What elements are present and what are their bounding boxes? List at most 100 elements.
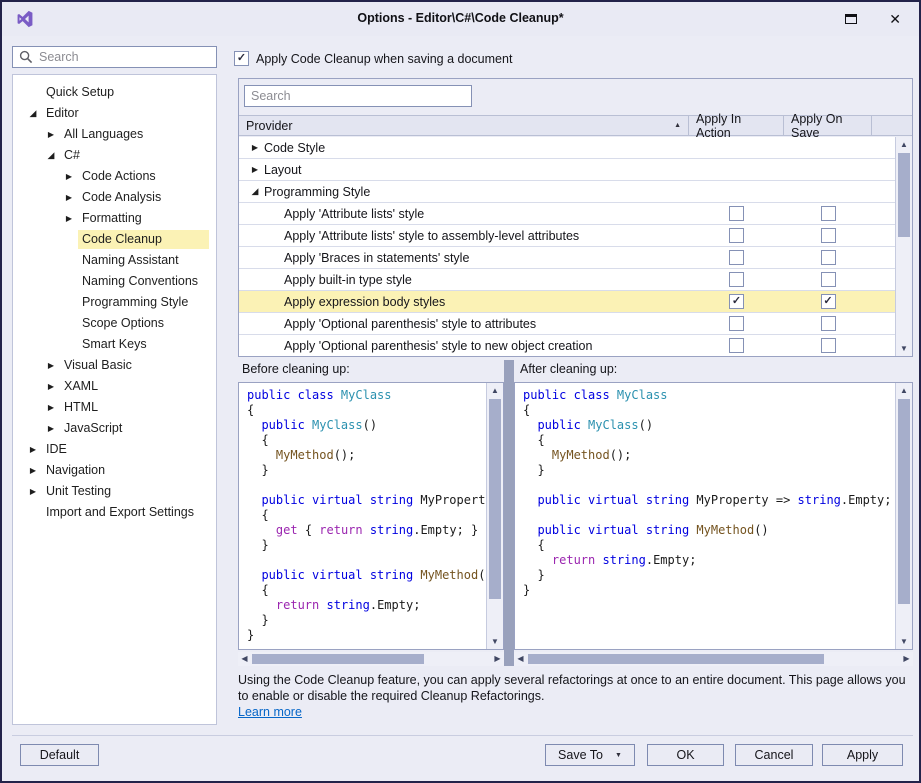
code-token: public virtual string	[261, 493, 413, 507]
table-vertical-scrollbar[interactable]: ▲ ▼	[895, 137, 912, 356]
scrollbar-thumb[interactable]	[898, 399, 910, 604]
scroll-right-icon[interactable]: ▶	[491, 652, 504, 666]
scroll-right-icon[interactable]: ▶	[900, 652, 913, 666]
scrollbar-thumb[interactable]	[489, 399, 501, 599]
sidebar-search-input[interactable]	[39, 50, 216, 64]
column-apply-in-action[interactable]: Apply In Action	[689, 116, 784, 135]
scroll-down-icon[interactable]: ▼	[896, 341, 912, 356]
pane-splitter[interactable]	[504, 360, 514, 666]
tree-item-navigation[interactable]: ▶Navigation	[13, 460, 216, 481]
apply-in-action-checkbox[interactable]	[729, 316, 744, 331]
apply-in-action-checkbox[interactable]	[729, 206, 744, 221]
collapse-arrow-icon[interactable]: ◢	[249, 186, 261, 197]
tree-item-code-analysis[interactable]: ▶Code Analysis	[13, 187, 216, 208]
tree-item-smart-keys[interactable]: Smart Keys	[13, 334, 216, 355]
table-row-apply-optional-parenthesis-style-to-attributes[interactable]: Apply 'Optional parenthesis' style to at…	[239, 313, 895, 335]
tree-item-code-actions[interactable]: ▶Code Actions	[13, 166, 216, 187]
provider-search-input[interactable]	[245, 86, 471, 106]
code-line: MyMethod();	[247, 448, 488, 463]
scroll-left-icon[interactable]: ◀	[514, 652, 527, 666]
close-icon[interactable]: ✕	[889, 10, 901, 28]
learn-more-link[interactable]: Learn more	[238, 705, 302, 719]
tree-item-xaml[interactable]: ▶XAML	[13, 376, 216, 397]
scroll-up-icon[interactable]: ▲	[896, 383, 912, 398]
tree-item-import-and-export-settings[interactable]: Import and Export Settings	[13, 502, 216, 523]
default-button[interactable]: Default	[20, 744, 99, 766]
apply-on-save-checkbox[interactable]	[821, 250, 836, 265]
apply-in-action-checkbox[interactable]	[729, 250, 744, 265]
tree-item-c[interactable]: ◢C#	[13, 145, 216, 166]
cancel-button[interactable]: Cancel	[735, 744, 813, 766]
expand-arrow-icon[interactable]: ▶	[249, 143, 261, 152]
table-row-code-style[interactable]: ▶Code Style	[239, 137, 895, 159]
apply-on-save-checkbox[interactable]	[821, 272, 836, 287]
collapse-arrow-icon[interactable]: ◢	[45, 145, 57, 166]
apply-on-save-checkbox[interactable]	[821, 316, 836, 331]
expand-arrow-icon[interactable]: ▶	[45, 397, 57, 418]
apply-button[interactable]: Apply	[822, 744, 903, 766]
scroll-down-icon[interactable]: ▼	[487, 634, 503, 649]
tree-item-all-languages[interactable]: ▶All Languages	[13, 124, 216, 145]
apply-code-cleanup-checkbox[interactable]	[234, 51, 249, 66]
tree-item-html[interactable]: ▶HTML	[13, 397, 216, 418]
expand-arrow-icon[interactable]: ▶	[27, 460, 39, 481]
scroll-up-icon[interactable]: ▲	[487, 383, 503, 398]
column-provider[interactable]: Provider ▲	[239, 116, 689, 135]
apply-on-save-checkbox[interactable]	[821, 294, 836, 309]
table-row-apply-attribute-lists-style[interactable]: Apply 'Attribute lists' style	[239, 203, 895, 225]
table-row-apply-built-in-type-style[interactable]: Apply built-in type style	[239, 269, 895, 291]
expand-arrow-icon[interactable]: ▶	[63, 208, 75, 229]
apply-in-action-checkbox[interactable]	[729, 228, 744, 243]
tree-item-formatting[interactable]: ▶Formatting	[13, 208, 216, 229]
expand-arrow-icon[interactable]: ▶	[45, 355, 57, 376]
scroll-down-icon[interactable]: ▼	[896, 634, 912, 649]
apply-on-save-checkbox[interactable]	[821, 228, 836, 243]
before-horizontal-scrollbar[interactable]: ◀ ▶	[238, 652, 504, 666]
expand-arrow-icon[interactable]: ▶	[45, 124, 57, 145]
collapse-arrow-icon[interactable]: ◢	[27, 103, 39, 124]
scrollbar-thumb[interactable]	[528, 654, 824, 664]
scrollbar-thumb[interactable]	[252, 654, 424, 664]
ok-button[interactable]: OK	[647, 744, 724, 766]
table-row-apply-attribute-lists-style-to-assembly-level-attributes[interactable]: Apply 'Attribute lists' style to assembl…	[239, 225, 895, 247]
scroll-up-icon[interactable]: ▲	[896, 137, 912, 152]
tree-item-quick-setup[interactable]: Quick Setup	[13, 82, 216, 103]
scrollbar-thumb[interactable]	[898, 153, 910, 237]
tree-item-ide[interactable]: ▶IDE	[13, 439, 216, 460]
expand-arrow-icon[interactable]: ▶	[45, 418, 57, 439]
expand-arrow-icon[interactable]: ▶	[63, 187, 75, 208]
tree-item-code-cleanup[interactable]: Code Cleanup	[13, 229, 216, 250]
tree-item-naming-assistant[interactable]: Naming Assistant	[13, 250, 216, 271]
row-label: Programming Style	[239, 185, 689, 199]
scroll-left-icon[interactable]: ◀	[238, 652, 251, 666]
table-row-apply-optional-parenthesis-style-to-new-object-creation[interactable]: Apply 'Optional parenthesis' style to ne…	[239, 335, 895, 356]
column-apply-on-save[interactable]: Apply On Save	[784, 116, 872, 135]
apply-in-action-checkbox[interactable]	[729, 338, 744, 353]
tree-item-naming-conventions[interactable]: Naming Conventions	[13, 271, 216, 292]
after-horizontal-scrollbar[interactable]: ◀ ▶	[514, 652, 913, 666]
tree-item-unit-testing[interactable]: ▶Unit Testing	[13, 481, 216, 502]
table-row-programming-style[interactable]: ◢Programming Style	[239, 181, 895, 203]
tree-item-visual-basic[interactable]: ▶Visual Basic	[13, 355, 216, 376]
expand-arrow-icon[interactable]: ▶	[27, 481, 39, 502]
apply-on-save-checkbox[interactable]	[821, 338, 836, 353]
table-row-apply-expression-body-styles[interactable]: Apply expression body styles	[239, 291, 895, 313]
maximize-icon[interactable]	[845, 14, 857, 24]
expand-arrow-icon[interactable]: ▶	[27, 439, 39, 460]
tree-item-programming-style[interactable]: Programming Style	[13, 292, 216, 313]
apply-in-action-checkbox[interactable]	[729, 294, 744, 309]
before-vertical-scrollbar[interactable]: ▲ ▼	[486, 383, 503, 649]
expand-arrow-icon[interactable]: ▶	[249, 165, 261, 174]
expand-arrow-icon[interactable]: ▶	[63, 166, 75, 187]
table-row-apply-braces-in-statements-style[interactable]: Apply 'Braces in statements' style	[239, 247, 895, 269]
tree-item-scope-options[interactable]: Scope Options	[13, 313, 216, 334]
expand-arrow-icon[interactable]: ▶	[45, 376, 57, 397]
after-vertical-scrollbar[interactable]: ▲ ▼	[895, 383, 912, 649]
apply-in-action-checkbox[interactable]	[729, 272, 744, 287]
apply-on-save-checkbox[interactable]	[821, 206, 836, 221]
code-line: }	[247, 628, 488, 643]
table-row-layout[interactable]: ▶Layout	[239, 159, 895, 181]
tree-item-editor[interactable]: ◢Editor	[13, 103, 216, 124]
save-to-button[interactable]: Save To▼	[545, 744, 635, 766]
tree-item-javascript[interactable]: ▶JavaScript	[13, 418, 216, 439]
